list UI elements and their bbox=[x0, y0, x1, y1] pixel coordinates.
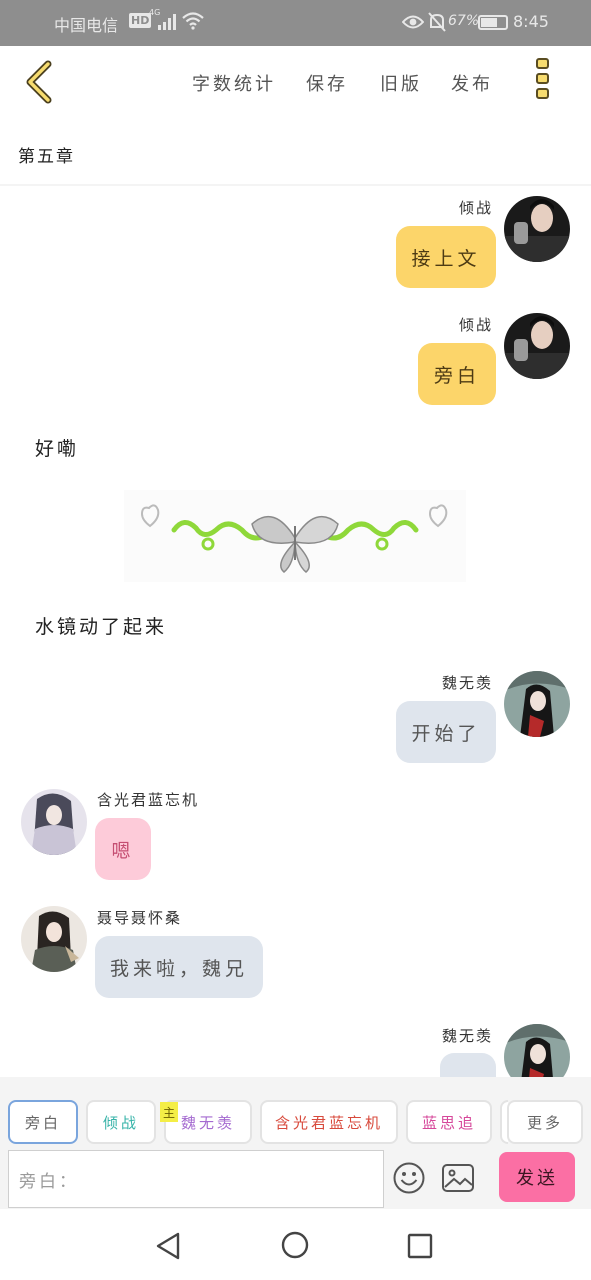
word-count-button[interactable]: 字数统计 bbox=[192, 70, 276, 96]
avatar-qingzhan[interactable] bbox=[504, 196, 570, 262]
status-bar: 中国电信 HD 4G 67% 8:45 bbox=[0, 0, 591, 46]
image-icon[interactable] bbox=[441, 1163, 475, 1193]
speaker-name: 倾战 bbox=[458, 199, 493, 217]
butterfly-ornament-image[interactable] bbox=[124, 490, 466, 582]
smiley-icon[interactable] bbox=[392, 1161, 426, 1195]
wifi-icon bbox=[182, 12, 204, 30]
back-button[interactable] bbox=[22, 60, 56, 104]
battery-percent: 67% bbox=[448, 13, 480, 29]
nav-recent-apps-icon[interactable] bbox=[407, 1233, 433, 1259]
speaker-name: 含光君蓝忘机 bbox=[97, 791, 200, 809]
narration-text[interactable]: 水镜动了起来 bbox=[35, 612, 167, 639]
role-chip-lanwangji[interactable]: 含光君蓝忘机 bbox=[260, 1100, 398, 1144]
narration-text[interactable]: 好嘞 bbox=[35, 434, 79, 461]
nav-home-icon[interactable] bbox=[281, 1231, 309, 1259]
message-bubble[interactable]: 开始了 bbox=[396, 701, 496, 763]
avatar-weiwuxian[interactable] bbox=[504, 671, 570, 737]
mute-bell-icon bbox=[428, 12, 446, 32]
message-bubble[interactable]: 旁白 bbox=[418, 343, 496, 405]
carrier-name: 中国电信 bbox=[54, 16, 119, 35]
publish-button[interactable]: 发布 bbox=[451, 70, 493, 96]
role-chip-lansizhui[interactable]: 蓝思追 bbox=[406, 1100, 492, 1144]
battery-icon bbox=[478, 15, 508, 30]
editor-toolbar: 字数统计 保存 旧版 发布 bbox=[0, 46, 591, 118]
send-button[interactable]: 发送 bbox=[499, 1152, 575, 1202]
message-bubble[interactable]: 嗯 bbox=[95, 818, 151, 880]
avatar-lanwangji[interactable] bbox=[21, 789, 87, 855]
old-version-button[interactable]: 旧版 bbox=[380, 70, 422, 96]
avatar-niehuaisang[interactable] bbox=[21, 906, 87, 972]
nav-back-icon[interactable] bbox=[154, 1231, 182, 1261]
divider bbox=[0, 184, 591, 186]
signal-icon bbox=[158, 14, 176, 30]
message-bubble[interactable]: 接上文 bbox=[396, 226, 496, 288]
avatar-qingzhan[interactable] bbox=[504, 313, 570, 379]
system-nav-bar bbox=[0, 1209, 591, 1280]
eye-icon bbox=[402, 15, 424, 29]
role-chip-qingzhan[interactable]: 倾战 bbox=[86, 1100, 156, 1144]
speaker-name: 倾战 bbox=[458, 316, 493, 334]
message-input[interactable]: 旁白： bbox=[8, 1150, 384, 1208]
message-bubble[interactable]: 我来啦，魏兄 bbox=[95, 936, 263, 998]
speaker-name: 聂导聂怀桑 bbox=[97, 909, 183, 927]
clock: 8:45 bbox=[513, 12, 549, 31]
save-button[interactable]: 保存 bbox=[306, 70, 348, 96]
speaker-name: 魏无羡 bbox=[441, 674, 493, 692]
role-chip-narrator[interactable]: 旁白 bbox=[8, 1100, 78, 1144]
more-vertical-icon[interactable] bbox=[534, 58, 552, 106]
more-roles-button[interactable]: 更多 bbox=[507, 1100, 583, 1144]
hd-badge: HD bbox=[129, 13, 152, 28]
speaker-name: 魏无羡 bbox=[441, 1027, 493, 1045]
main-role-badge: 主 bbox=[160, 1102, 178, 1122]
chapter-title[interactable]: 第五章 bbox=[18, 142, 75, 167]
